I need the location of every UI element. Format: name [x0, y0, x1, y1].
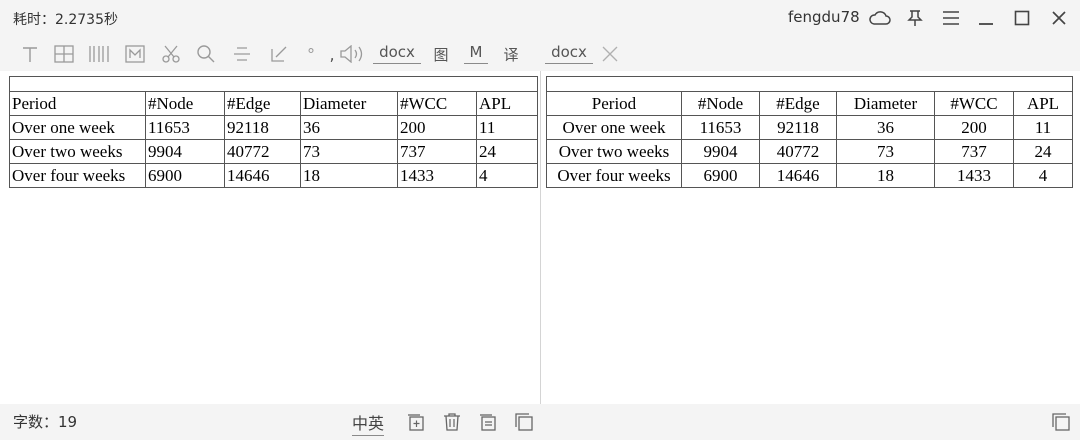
table-cell: 1433 — [397, 163, 477, 188]
table-cell: 11 — [476, 115, 538, 140]
docx-button-2[interactable]: docx — [545, 41, 593, 64]
image-button[interactable]: 图 — [429, 41, 453, 67]
header-cell: Diameter — [836, 91, 935, 116]
table-cell: 737 — [397, 139, 477, 164]
table-cell: 24 — [476, 139, 538, 164]
table-cell: 4 — [1013, 163, 1073, 188]
table-icon[interactable] — [52, 41, 76, 67]
table-header-row: Period #Node #Edge Diameter #WCC APL — [546, 91, 1073, 116]
status-bar: 字数：19 中英 — [0, 404, 1080, 440]
table-cell: 92118 — [224, 115, 301, 140]
table-row: Over four weeks 6900 14646 18 1433 4 — [546, 163, 1073, 188]
header-cell: Period — [546, 91, 682, 116]
table-cell: Over two weeks — [9, 139, 146, 164]
table-cell: 73 — [836, 139, 935, 164]
table-cell: 36 — [300, 115, 398, 140]
translate-button[interactable]: 译 — [499, 41, 523, 67]
edit-icon[interactable] — [267, 41, 291, 67]
header-cell: Diameter — [300, 91, 398, 116]
left-pane: Period #Node #Edge Diameter #WCC APL Ove… — [0, 71, 541, 404]
table-cell: 18 — [300, 163, 398, 188]
table-row: Over two weeks 9904 40772 73 737 24 — [9, 139, 538, 164]
table-cell: Over four weeks — [9, 163, 146, 188]
clear-icon[interactable] — [598, 41, 622, 67]
markdown-icon[interactable] — [123, 41, 147, 67]
m-button[interactable]: M — [464, 41, 488, 64]
table-cell: 18 — [836, 163, 935, 188]
search-icon[interactable] — [194, 41, 218, 67]
table-row: Over one week 11653 92118 36 200 11 — [546, 115, 1073, 140]
columns-icon[interactable] — [87, 41, 111, 67]
table-cell: 11 — [1013, 115, 1073, 140]
table-cell: Over one week — [9, 115, 146, 140]
add-icon[interactable] — [404, 410, 428, 434]
header-cell: #Edge — [224, 91, 301, 116]
pin-icon[interactable] — [901, 4, 929, 32]
docx-button[interactable]: docx — [373, 41, 421, 64]
maximize-icon[interactable] — [1008, 4, 1036, 32]
header-cell: #WCC — [934, 91, 1014, 116]
word-count: 字数：19 — [13, 413, 78, 431]
note-icon[interactable] — [476, 410, 500, 434]
table-cell: Over one week — [546, 115, 682, 140]
left-table: Period #Node #Edge Diameter #WCC APL Ove… — [9, 76, 538, 188]
header-cell: APL — [476, 91, 538, 116]
right-table: Period #Node #Edge Diameter #WCC APL Ove… — [546, 76, 1073, 188]
header-cell: #Node — [145, 91, 225, 116]
degree-icon[interactable]: ° — [300, 41, 322, 67]
scissors-icon[interactable] — [159, 41, 183, 67]
table-cell: 40772 — [224, 139, 301, 164]
table-cell: 4 — [476, 163, 538, 188]
header-cell: #Edge — [759, 91, 837, 116]
table-row: Over one week 11653 92118 36 200 11 — [9, 115, 538, 140]
table-cell: 1433 — [934, 163, 1014, 188]
table-cell: 6900 — [681, 163, 760, 188]
align-icon[interactable] — [230, 41, 254, 67]
username[interactable]: fengdu78 — [788, 8, 860, 26]
copy-icon[interactable] — [512, 410, 536, 434]
elapsed-time: 耗时：2.2735秒 — [13, 12, 118, 28]
table-cell: 92118 — [759, 115, 837, 140]
table-cell: 24 — [1013, 139, 1073, 164]
table-caption-row — [9, 76, 538, 92]
language-toggle[interactable]: 中英 — [352, 410, 385, 436]
table-cell: 14646 — [224, 163, 301, 188]
text-tool-icon[interactable] — [18, 41, 42, 67]
table-cell: 6900 — [145, 163, 225, 188]
table-cell: 737 — [934, 139, 1014, 164]
table-cell: 40772 — [759, 139, 837, 164]
trash-icon[interactable] — [440, 410, 464, 434]
table-header-row: Period #Node #Edge Diameter #WCC APL — [9, 91, 538, 116]
table-cell: 11653 — [145, 115, 225, 140]
table-cell: 73 — [300, 139, 398, 164]
table-cell: Over four weeks — [546, 163, 682, 188]
menu-icon[interactable] — [937, 4, 965, 32]
header-cell: Period — [9, 91, 146, 116]
table-cell: 11653 — [681, 115, 760, 140]
toolbar: ° , docx 图 M 译 docx — [0, 38, 1080, 70]
table-cell: Over two weeks — [546, 139, 682, 164]
minimize-icon[interactable] — [972, 4, 1000, 32]
header-cell: #Node — [681, 91, 760, 116]
close-icon[interactable] — [1045, 4, 1073, 32]
title-bar: 耗时：2.2735秒 fengdu78 — [0, 0, 1080, 36]
table-row: Over four weeks 6900 14646 18 1433 4 — [9, 163, 538, 188]
copy-icon-right[interactable] — [1049, 410, 1073, 434]
right-pane: Period #Node #Edge Diameter #WCC APL Ove… — [541, 71, 1080, 404]
table-caption-row — [546, 76, 1073, 92]
table-cell: 200 — [934, 115, 1014, 140]
table-cell: 14646 — [759, 163, 837, 188]
table-cell: 9904 — [145, 139, 225, 164]
cloud-icon[interactable] — [866, 4, 894, 32]
table-row: Over two weeks 9904 40772 73 737 24 — [546, 139, 1073, 164]
table-cell: 9904 — [681, 139, 760, 164]
header-cell: APL — [1013, 91, 1073, 116]
header-cell: #WCC — [397, 91, 477, 116]
speaker-icon[interactable] — [338, 41, 366, 67]
table-cell: 36 — [836, 115, 935, 140]
table-cell: 200 — [397, 115, 477, 140]
